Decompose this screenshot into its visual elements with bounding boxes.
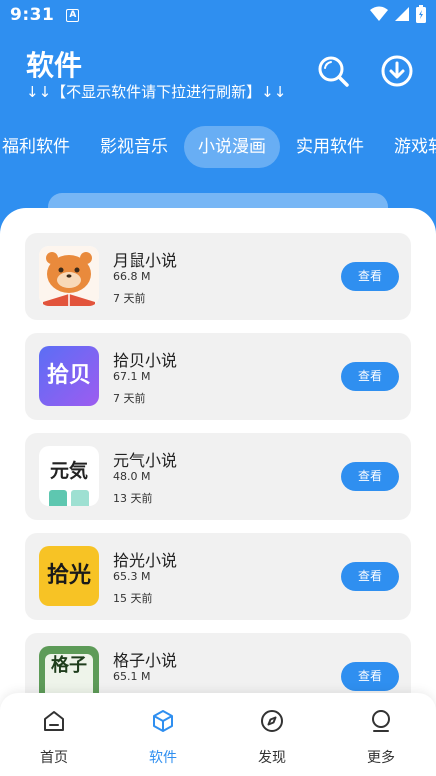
status-bar: 9:31 A [0, 0, 436, 30]
status-time: 9:31 [10, 5, 55, 25]
download-icon [381, 55, 413, 87]
app-name: 元气小说 [113, 451, 178, 470]
app-icon-text: 元気 [49, 460, 88, 482]
compass-icon [261, 710, 283, 732]
app-size: 65.1 M [113, 670, 151, 683]
app-size: 48.0 M [113, 470, 151, 483]
shiguang-icon: 拾光 [39, 546, 99, 606]
view-button[interactable]: 查看 [341, 262, 399, 291]
content-sheet: 月鼠小说 66.8 M 7 天前 查看 拾贝 拾贝小说 67.1 M 7 天前 … [0, 208, 436, 776]
wifi-icon [370, 6, 388, 21]
tab-games[interactable]: 游戏软件 [380, 126, 436, 168]
app-icon-text: 拾光 [46, 563, 91, 588]
list-item[interactable]: 拾贝 拾贝小说 67.1 M 7 天前 查看 [25, 333, 411, 420]
app-size: 65.3 M [113, 570, 151, 583]
hamster-icon [39, 246, 99, 306]
category-tabs: 福利软件 影视音乐 小说漫画 实用软件 游戏软件 [0, 124, 436, 170]
page-title: 软件 [26, 49, 83, 82]
app-updated: 7 天前 [113, 292, 146, 305]
nav-more[interactable]: 更多 [341, 693, 421, 776]
icon-block-right [71, 490, 89, 506]
cube-icon [153, 710, 173, 732]
list-item[interactable]: 拾光 拾光小说 65.3 M 15 天前 查看 [25, 533, 411, 620]
battery-icon [416, 5, 426, 23]
app-name: 拾光小说 [113, 551, 178, 570]
nav-software[interactable]: 软件 [123, 693, 203, 776]
download-button[interactable] [380, 54, 414, 88]
tab-novel-comic[interactable]: 小说漫画 [184, 126, 280, 168]
nav-label: 首页 [40, 750, 68, 766]
nav-label: 发现 [258, 750, 286, 766]
app-icon-text: 拾贝 [46, 363, 91, 388]
bottom-nav: 首页 软件 发现 更多 [0, 693, 436, 776]
tab-utility[interactable]: 实用软件 [282, 126, 378, 168]
view-button[interactable]: 查看 [341, 562, 399, 591]
tab-welfare[interactable]: 福利软件 [0, 126, 84, 168]
signal-icon [395, 7, 409, 21]
view-button[interactable]: 查看 [341, 362, 399, 391]
status-icons [370, 5, 426, 23]
view-button[interactable]: 查看 [341, 662, 399, 691]
list-item[interactable]: 月鼠小说 66.8 M 7 天前 查看 [25, 233, 411, 320]
tab-video-music[interactable]: 影视音乐 [86, 126, 182, 168]
yuanqi-icon: 元気 [39, 446, 99, 506]
app-updated: 13 天前 [113, 492, 153, 505]
app-size: 66.8 M [113, 270, 151, 283]
search-icon [318, 56, 349, 87]
nav-label: 软件 [149, 750, 177, 766]
notification-icon: A [66, 8, 80, 22]
shibei-icon: 拾贝 [39, 346, 99, 406]
nav-discover[interactable]: 发现 [232, 693, 312, 776]
app-updated: 7 天前 [113, 392, 146, 405]
app-updated: 15 天前 [113, 592, 153, 605]
nav-home[interactable]: 首页 [14, 693, 94, 776]
app-name: 格子小说 [113, 651, 178, 670]
app-size: 67.1 M [113, 370, 151, 383]
icon-block-left [49, 490, 67, 506]
more-icon [372, 710, 390, 732]
list-item[interactable]: 元気 元气小说 48.0 M 13 天前 查看 [25, 433, 411, 520]
home-icon [44, 711, 64, 731]
app-list: 月鼠小说 66.8 M 7 天前 查看 拾贝 拾贝小说 67.1 M 7 天前 … [25, 233, 411, 733]
search-button[interactable] [316, 54, 350, 88]
refresh-hint: ↓↓【不显示软件请下拉进行刷新】↓↓ [26, 83, 287, 101]
app-name: 拾贝小说 [113, 351, 178, 370]
nav-label: 更多 [367, 750, 395, 766]
app-name: 月鼠小说 [113, 251, 178, 270]
view-button[interactable]: 查看 [341, 462, 399, 491]
